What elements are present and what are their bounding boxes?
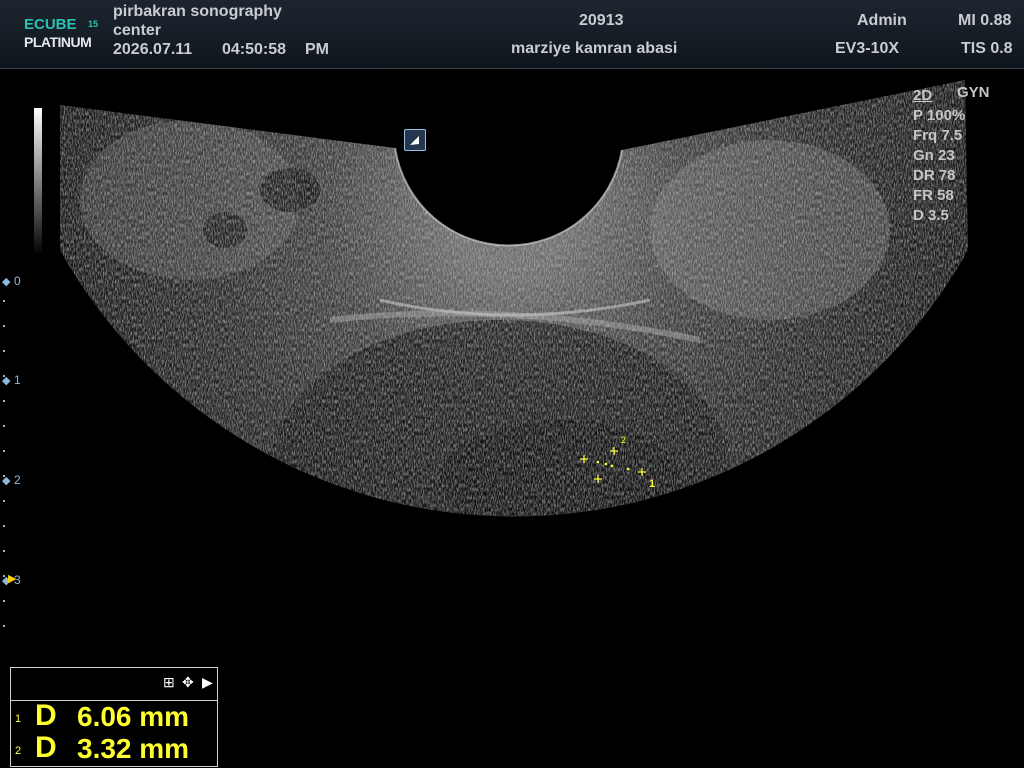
depth-label-2: 2 (14, 473, 21, 487)
frame-rate-value: FR 58 (913, 187, 954, 204)
imaging-parameters: 2D P 100% Frq 7.5 Gn 23 DR 78 FR 58 D 3.… (913, 86, 965, 226)
move-icon[interactable]: ✥ (182, 674, 194, 691)
caliper-label-1: 1 (649, 478, 655, 490)
measurement-row-2[interactable]: 2 D 3.32 mm (11, 731, 217, 765)
frequency-value: Frq 7.5 (913, 127, 963, 144)
measurement-value: 3.32 mm (77, 733, 190, 764)
body-marker-icon[interactable] (404, 129, 426, 151)
measurement-index: 2 (15, 745, 22, 757)
grayscale-bar (34, 108, 42, 256)
measurement-value: 6.06 mm (77, 701, 190, 732)
measurement-panel[interactable]: ⊞ ✥ ▶ 1 D 6.06 mm 2 D 3.32 mm (10, 667, 218, 767)
caliper-label-2: 2 (621, 435, 626, 445)
depth-value: D 3.5 (913, 207, 949, 224)
measurement-row-1[interactable]: 1 D 6.06 mm (11, 699, 217, 733)
power-value: P 100% (913, 107, 966, 124)
depth-label-3: 3 (14, 573, 21, 587)
measurement-label: D (35, 731, 57, 764)
sector-scan (60, 80, 968, 517)
depth-label-1: 1 (14, 373, 21, 387)
measurement-index: 1 (15, 713, 22, 725)
depth-label-0: 0 (14, 274, 21, 288)
grid-icon[interactable]: ⊞ (163, 674, 175, 691)
gain-value: Gn 23 (913, 147, 955, 164)
measurement-label: D (35, 699, 57, 732)
mode-label: 2D (913, 87, 933, 104)
depth-ticks (3, 300, 5, 630)
measurement-toolbar: ⊞ ✥ ▶ (11, 668, 217, 701)
ultrasound-image[interactable]: 1 2 (0, 0, 1024, 768)
dynamic-range-value: DR 78 (913, 167, 956, 184)
play-arrow-icon[interactable]: ▶ (202, 674, 213, 691)
